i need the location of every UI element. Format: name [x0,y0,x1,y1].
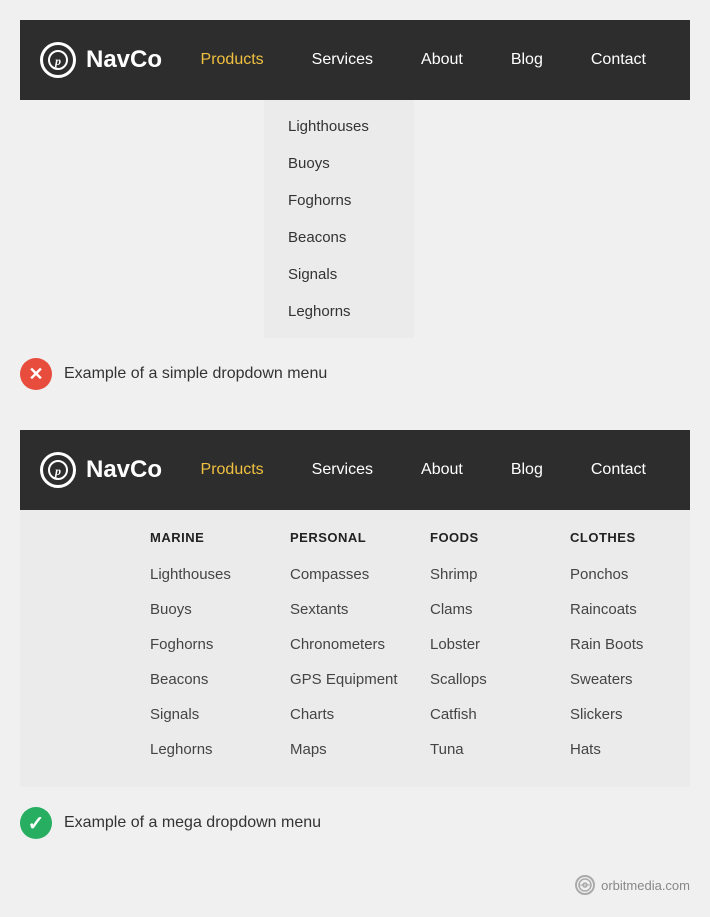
logo-text-2: NavCo [86,456,162,484]
mega-col-header-personal: PERSONAL [290,530,414,545]
simple-dropdown: Lighthouses Buoys Foghorns Beacons Signa… [264,100,414,338]
navbar-simple: p NavCo Products Services About Blog Con… [20,20,690,100]
mega-item-compasses[interactable]: Compasses [290,557,414,592]
section-mega: p NavCo Products Services About Blog Con… [0,430,710,787]
nav-products-2[interactable]: Products [177,430,288,510]
mega-col-header-foods: FOODS [430,530,554,545]
mega-item-leghorns[interactable]: Leghorns [150,732,274,767]
mega-item-scallops[interactable]: Scallops [430,662,554,697]
footer-watermark: orbitmedia.com [0,859,710,911]
mega-col-personal: PERSONAL Compasses Sextants Chronometers… [290,530,430,767]
mega-dropdown: MARINE Lighthouses Buoys Foghorns Beacon… [20,510,690,787]
mega-col-marine: MARINE Lighthouses Buoys Foghorns Beacon… [150,530,290,767]
mega-item-shrimp[interactable]: Shrimp [430,557,554,592]
nav-about-2[interactable]: About [397,430,487,510]
watermark-text: orbitmedia.com [601,878,690,893]
mega-item-charts[interactable]: Charts [290,697,414,732]
mega-item-hats[interactable]: Hats [570,732,694,767]
navbar-mega: p NavCo Products Services About Blog Con… [20,430,690,510]
mega-item-clams[interactable]: Clams [430,592,554,627]
nav-blog-2[interactable]: Blog [487,430,567,510]
logo-mega[interactable]: p NavCo [40,452,162,488]
svg-text:p: p [54,54,61,68]
mega-col-clothes: CLOTHES Ponchos Raincoats Rain Boots Swe… [570,530,710,767]
mega-item-sextants[interactable]: Sextants [290,592,414,627]
mega-item-buoys[interactable]: Buoys [150,592,274,627]
example-text-mega: Example of a mega dropdown menu [64,814,321,832]
mega-col-foods: FOODS Shrimp Clams Lobster Scallops Catf… [430,530,570,767]
example-text-simple: Example of a simple dropdown menu [64,365,327,383]
check-icon: ✓ [20,807,52,839]
x-icon: ✕ [20,358,52,390]
dropdown-item-lighthouses[interactable]: Lighthouses [264,108,414,145]
orbit-icon [575,875,595,895]
section-simple: p NavCo Products Services About Blog Con… [0,0,710,338]
logo-icon-2: p [40,452,76,488]
mega-item-beacons[interactable]: Beacons [150,662,274,697]
nav-products-1[interactable]: Products [177,20,288,100]
logo-icon: p [40,42,76,78]
mega-item-foghorns[interactable]: Foghorns [150,627,274,662]
mega-item-slickers[interactable]: Slickers [570,697,694,732]
nav-links-simple: Products Services About Blog Contact [177,20,670,100]
mega-item-signals[interactable]: Signals [150,697,274,732]
mega-item-lobster[interactable]: Lobster [430,627,554,662]
mega-item-gps[interactable]: GPS Equipment [290,662,414,697]
dropdown-item-signals[interactable]: Signals [264,256,414,293]
dropdown-item-buoys[interactable]: Buoys [264,145,414,182]
nav-about-1[interactable]: About [397,20,487,100]
nav-blog-1[interactable]: Blog [487,20,567,100]
mega-item-sweaters[interactable]: Sweaters [570,662,694,697]
nav-contact-2[interactable]: Contact [567,430,670,510]
mega-item-catfish[interactable]: Catfish [430,697,554,732]
nav-contact-1[interactable]: Contact [567,20,670,100]
mega-item-chronometers[interactable]: Chronometers [290,627,414,662]
nav-services-2[interactable]: Services [288,430,397,510]
nav-services-1[interactable]: Services [288,20,397,100]
mega-col-header-clothes: CLOTHES [570,530,694,545]
mega-item-rain-boots[interactable]: Rain Boots [570,627,694,662]
mega-item-raincoats[interactable]: Raincoats [570,592,694,627]
logo-text: NavCo [86,46,162,74]
nav-links-mega: Products Services About Blog Contact [177,430,670,510]
svg-text:p: p [54,464,61,478]
mega-item-lighthouses[interactable]: Lighthouses [150,557,274,592]
section-divider [0,410,710,430]
mega-item-ponchos[interactable]: Ponchos [570,557,694,592]
dropdown-item-leghorns[interactable]: Leghorns [264,293,414,330]
dropdown-item-beacons[interactable]: Beacons [264,219,414,256]
mega-col-header-marine: MARINE [150,530,274,545]
dropdown-item-foghorns[interactable]: Foghorns [264,182,414,219]
example-label-mega: ✓ Example of a mega dropdown menu [0,787,710,859]
logo-simple[interactable]: p NavCo [40,42,162,78]
mega-item-tuna[interactable]: Tuna [430,732,554,767]
mega-item-maps[interactable]: Maps [290,732,414,767]
example-label-simple: ✕ Example of a simple dropdown menu [0,338,710,410]
